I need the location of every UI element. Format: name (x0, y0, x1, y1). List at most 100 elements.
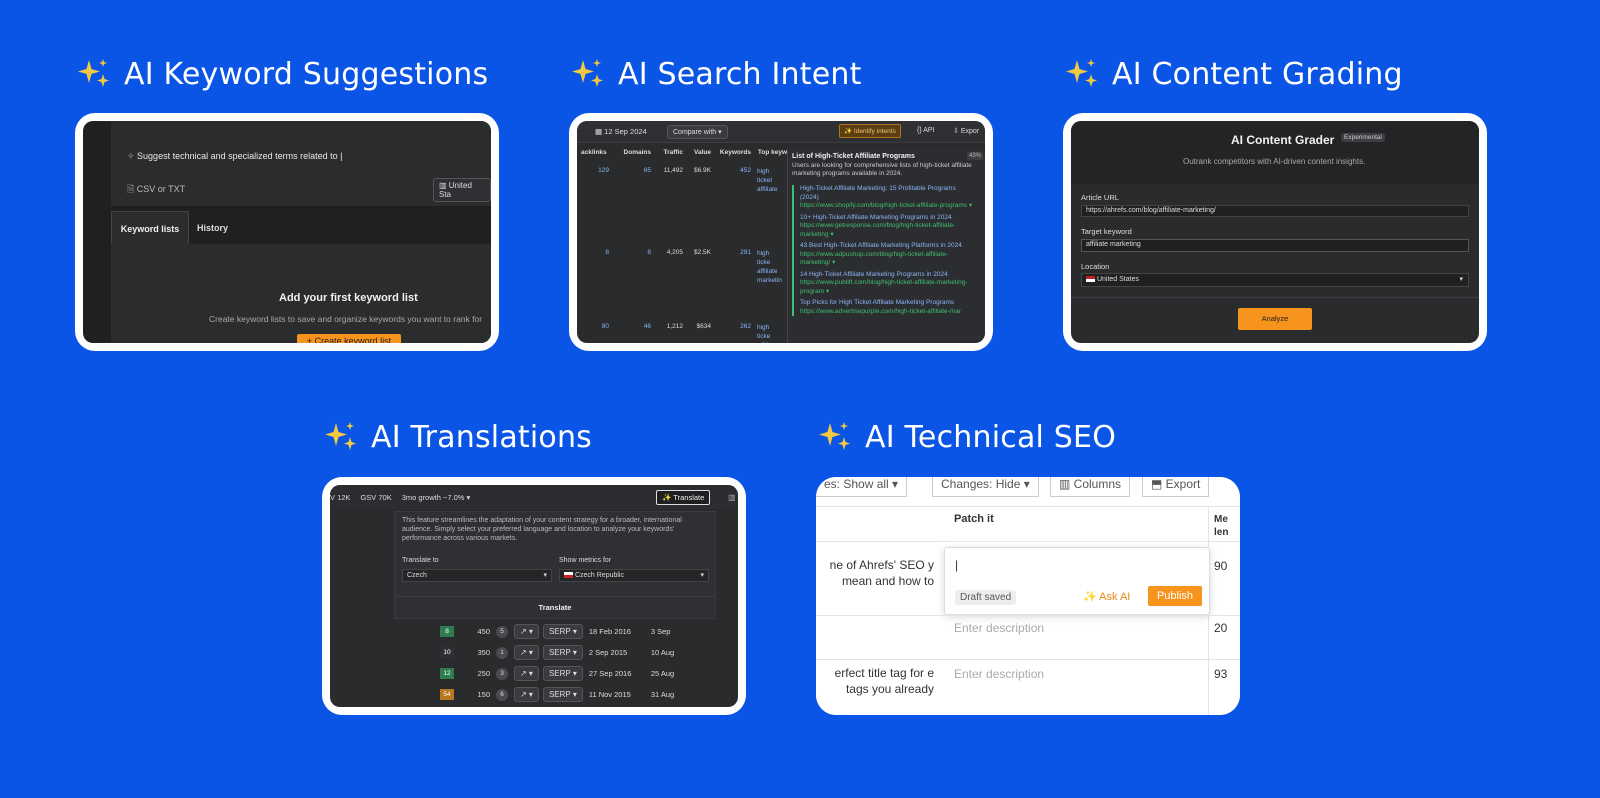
translate-toggle-button[interactable]: ✨ Translate (656, 490, 711, 505)
trend-button[interactable]: ↗ ▾ (514, 645, 539, 660)
cell[interactable]: 46 (619, 323, 651, 343)
analyze-button[interactable]: Analyze (1238, 308, 1312, 330)
export-button[interactable]: ⬒ Export (1142, 477, 1210, 497)
cell[interactable]: 8 (619, 249, 651, 285)
file-icon: 🗎 (127, 184, 137, 194)
row2-description-input[interactable]: Enter description (954, 621, 1044, 635)
result-title[interactable]: 10+ High-Ticket Affiliate Marketing Prog… (800, 214, 974, 223)
row3-description: erfect title tag for e tags you already (834, 666, 934, 696)
list-item[interactable]: 14 High-Ticket Affiliate Marketing Progr… (800, 271, 974, 297)
result-title[interactable]: High-Ticket Affiliate Marketing: 15 Prof… (800, 185, 974, 202)
list-item[interactable]: 10+ High-Ticket Affiliate Marketing Prog… (800, 214, 974, 240)
serp-button[interactable]: SERP ▾ (542, 645, 583, 660)
article-url-input[interactable]: https://ahrefs.com/blog/affiliate-market… (1081, 205, 1469, 217)
file-upload-hint[interactable]: 🗎 CSV or TXT (127, 182, 185, 198)
filter-show-all[interactable]: es: Show all ▾ (816, 477, 908, 497)
result-url[interactable]: https://www.getresponse.com/blog/high-ti… (800, 222, 974, 239)
count-badge[interactable]: 1 (496, 646, 508, 659)
trend-button[interactable]: ↗ ▾ (514, 624, 539, 639)
date-picker[interactable]: ▦ 12 Sep 2024 (595, 127, 647, 136)
card-keyword-suggestions: ✧ Suggest technical and specialized term… (75, 113, 499, 351)
cell[interactable]: 452 (711, 167, 751, 194)
target-keyword-input[interactable]: affiliate marketing (1081, 239, 1469, 252)
empty-desc: Create keyword lists to save and organiz… (209, 314, 483, 324)
last-seen-cell: 31 Aug (650, 690, 675, 699)
cell[interactable]: 129 (577, 167, 619, 194)
create-keyword-list-button[interactable]: + Create keyword list (297, 334, 401, 343)
publish-button[interactable]: Publish (1148, 586, 1202, 606)
experimental-badge: Experimental (1341, 133, 1385, 142)
identify-intents-button[interactable]: ✨ Identify intents (839, 124, 901, 138)
trend-button[interactable]: ↗ ▾ (514, 666, 539, 681)
cell[interactable]: high ticke affiliate marketin (751, 249, 782, 285)
result-title[interactable]: 43 Best High-Ticket Affiliate Marketing … (800, 242, 974, 251)
location-select[interactable]: United States ▾ (1081, 273, 1469, 287)
table-row: 12 250 3 ↗ ▾ SERP ▾ 27 Sep 2016 25 Aug (440, 663, 730, 684)
result-url[interactable]: https://www.shopify.com/blog/high-ticket… (800, 202, 974, 211)
filter-changes[interactable]: Changes: Hide ▾ (932, 477, 1039, 497)
count-badge[interactable]: 6 (496, 688, 508, 701)
export-button[interactable]: ⇩ Expor (953, 127, 979, 135)
ask-ai-button[interactable]: ✨ Ask AI (1083, 590, 1130, 603)
feature-title-translations: AI Translations (323, 419, 592, 455)
cell[interactable]: 291 (711, 249, 751, 285)
keyword-prompt-input[interactable]: ✧ Suggest technical and specialized term… (127, 151, 343, 162)
cell[interactable]: 262 (711, 323, 751, 343)
count-badge[interactable]: 3 (496, 667, 508, 680)
chevron-down-icon: ▾ (700, 572, 704, 579)
columns-button[interactable]: ▥ Columns (1050, 477, 1131, 497)
col-meta-length[interactable]: Me len (1214, 513, 1236, 539)
api-button[interactable]: {} API (917, 127, 935, 134)
list-item[interactable]: 43 Best High-Ticket Affiliate Marketing … (800, 242, 974, 268)
card-search-intent: ▦ 12 Sep 2024 Compare with ▾ ✨ Identify … (569, 113, 993, 351)
compare-select[interactable]: Compare with ▾ (667, 125, 728, 139)
volume-cell: 150 (477, 690, 490, 699)
patch-editor[interactable]: | Draft saved ✨ Ask AI Publish (944, 547, 1210, 615)
columns-icon[interactable]: ▥ (728, 493, 736, 502)
first-seen-cell: 2 Sep 2015 (588, 648, 628, 657)
col-value[interactable]: Value (683, 149, 711, 156)
row3-description-input[interactable]: Enter description (954, 667, 1044, 681)
trend-button[interactable]: ↗ ▾ (514, 687, 539, 702)
first-seen-cell: 18 Feb 2016 (588, 627, 631, 636)
feature-title-text: AI Content Grading (1112, 56, 1403, 92)
cell: $634 (696, 323, 711, 330)
popup-title: List of High-Ticket Affiliate Programs (792, 153, 915, 160)
serp-button[interactable]: SERP ▾ (542, 624, 583, 639)
list-item[interactable]: High-Ticket Affiliate Marketing: 15 Prof… (800, 185, 974, 211)
stat-growth[interactable]: 3mo growth ~7.0% ▾ (402, 493, 471, 502)
last-seen-cell: 3 Sep (650, 627, 671, 636)
result-title[interactable]: 14 High-Ticket Affiliate Marketing Progr… (800, 271, 974, 280)
translate-action-button[interactable]: Translate (395, 603, 715, 612)
col-keywords[interactable]: Keywords (711, 149, 751, 156)
result-url[interactable]: https://www.adpushup.com/blog/high-ticke… (800, 251, 974, 268)
tab-keyword-lists[interactable]: Keyword lists (111, 211, 189, 245)
prompt-text: Suggest technical and specialized terms … (137, 151, 343, 161)
translate-to-select[interactable]: Czech ▾ (402, 569, 552, 582)
result-title[interactable]: Top Picks for High Ticket Affiliate Mark… (800, 299, 974, 308)
intent-table-header: acklinks Domains Traffic Value Keywords … (577, 149, 787, 156)
cell[interactable]: 80 (577, 323, 619, 343)
metrics-country-select[interactable]: Czech Republic ▾ (559, 569, 709, 582)
count-badge[interactable]: 5 (496, 625, 508, 638)
serp-button[interactable]: SERP ▾ (542, 687, 583, 702)
col-patch-it[interactable]: Patch it (954, 513, 994, 525)
country-select[interactable]: ▥ United Sta (433, 178, 491, 202)
result-url[interactable]: https://www.advertisepurple.com/high-tic… (800, 308, 974, 317)
cell: 1,212 (666, 323, 683, 330)
tab-history[interactable]: History (197, 223, 228, 233)
col-backlinks[interactable]: acklinks (577, 149, 619, 156)
cell[interactable]: 65 (619, 167, 651, 194)
serp-button[interactable]: SERP ▾ (542, 666, 583, 681)
cell[interactable]: high ticke affiliate (751, 323, 781, 343)
card-technical-seo: es: Show all ▾ Changes: Hide ▾ ▥ Columns… (816, 477, 1240, 715)
col-domains[interactable]: Domains (619, 149, 651, 156)
list-item[interactable]: Top Picks for High Ticket Affiliate Mark… (800, 299, 974, 316)
col-top-keyword[interactable]: Top keyw (751, 149, 787, 156)
cell[interactable]: 8 (577, 249, 619, 285)
cell[interactable]: high ticket affiliate (751, 167, 781, 194)
kd-badge: 12 (440, 668, 454, 679)
export-icon: ⬒ (1151, 477, 1166, 491)
col-traffic[interactable]: Traffic (651, 149, 683, 156)
result-url[interactable]: https://www.publift.com/blog/high-ticket… (800, 279, 974, 296)
